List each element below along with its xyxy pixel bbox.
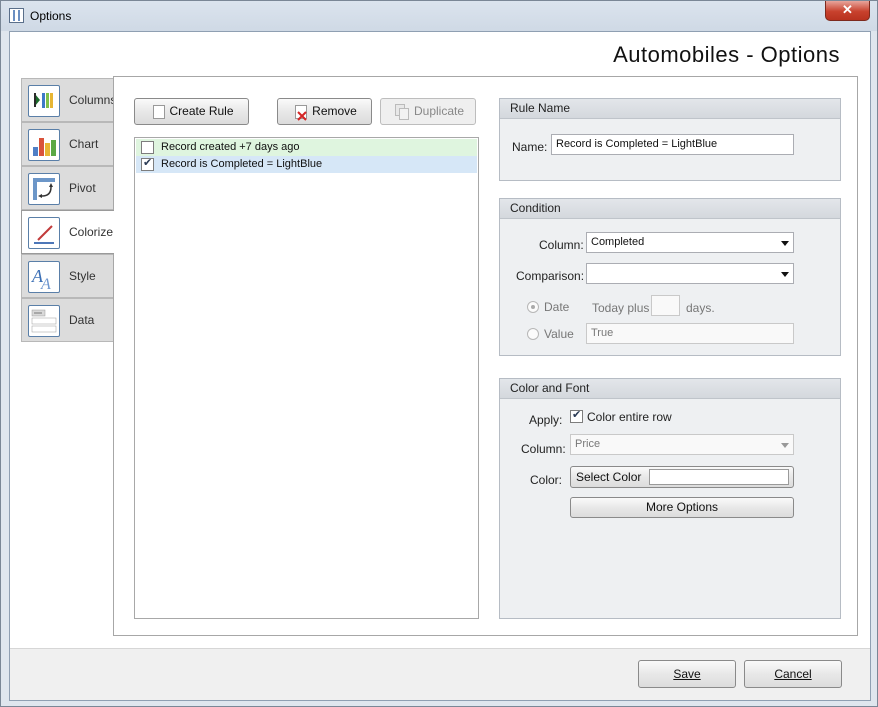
select-color-button[interactable]: Select Color xyxy=(570,466,794,488)
close-button[interactable]: ✕ xyxy=(825,1,870,21)
color-label: Color: xyxy=(530,473,563,487)
date-label: Date xyxy=(544,300,570,314)
dialog-body: Automobiles - Options Columns Chart Pivo… xyxy=(9,31,871,701)
tab-label: Colorize xyxy=(69,225,114,239)
colorize-icon xyxy=(28,217,60,249)
color-entire-row-checkbox[interactable] xyxy=(570,408,583,423)
columns-icon xyxy=(28,85,60,117)
tab-data[interactable]: Data xyxy=(21,298,113,342)
days-label: days. xyxy=(686,301,715,315)
svg-text:A: A xyxy=(40,276,51,292)
page-title: Automobiles - Options xyxy=(613,42,840,67)
create-rule-button[interactable]: Create Rule xyxy=(134,98,249,125)
chevron-down-icon xyxy=(781,272,789,277)
today-plus-label: Today plus xyxy=(592,301,650,315)
cancel-button[interactable]: Cancel xyxy=(744,660,842,688)
colorize-panel: Create Rule Remove Duplicate Record crea… xyxy=(113,76,858,636)
window-title: Options xyxy=(30,9,72,23)
remove-icon xyxy=(295,105,307,121)
value-input[interactable]: True xyxy=(586,323,794,344)
chevron-down-icon xyxy=(781,241,789,246)
app-icon xyxy=(9,8,24,23)
tab-style[interactable]: AA Style xyxy=(21,254,113,298)
rule-name-group: Rule Name Name: Record is Completed = Li… xyxy=(499,98,841,181)
chevron-down-icon xyxy=(781,443,789,448)
close-icon: ✕ xyxy=(842,2,853,17)
column-select[interactable]: Price xyxy=(570,434,794,455)
column-label: Column: xyxy=(539,238,584,252)
options-window: Options ✕ Automobiles - Options Columns … xyxy=(0,0,878,707)
group-header: Rule Name xyxy=(500,99,840,119)
color-font-group: Color and Font Apply: Color entire row C… xyxy=(499,378,841,619)
name-label: Name: xyxy=(512,140,548,154)
duplicate-button[interactable]: Duplicate xyxy=(380,98,476,125)
apply-label: Apply: xyxy=(529,413,563,427)
list-item[interactable]: Record created +7 days ago xyxy=(136,139,477,156)
save-button[interactable]: Save xyxy=(638,660,736,688)
tab-chart[interactable]: Chart xyxy=(21,122,113,166)
tab-label: Pivot xyxy=(69,181,96,195)
date-radio[interactable] xyxy=(527,301,539,313)
group-header: Condition xyxy=(500,199,840,219)
tab-label: Data xyxy=(69,313,95,327)
tab-label: Chart xyxy=(69,137,99,151)
color-entire-row-label: Color entire row xyxy=(587,410,672,424)
chart-icon xyxy=(28,129,60,161)
days-input[interactable] xyxy=(651,295,680,316)
new-document-icon xyxy=(153,105,165,119)
list-item[interactable]: Record is Completed = LightBlue xyxy=(136,156,477,173)
tab-label: Columns xyxy=(69,93,117,107)
tab-columns[interactable]: Columns xyxy=(21,78,117,122)
comparison-label: Comparison: xyxy=(516,269,585,283)
more-options-button[interactable]: More Options xyxy=(570,497,794,518)
rule-checkbox[interactable] xyxy=(141,141,154,154)
tab-colorize[interactable]: Colorize xyxy=(21,210,114,254)
comparison-select[interactable] xyxy=(586,263,794,284)
data-icon xyxy=(28,305,60,337)
pivot-icon xyxy=(28,173,60,205)
title-bar[interactable]: Options ✕ xyxy=(1,1,877,31)
dialog-footer: Save Cancel xyxy=(10,648,870,700)
column-select[interactable]: Completed xyxy=(586,232,794,253)
rule-name-input[interactable]: Record is Completed = LightBlue xyxy=(551,134,794,155)
value-radio[interactable] xyxy=(527,328,539,340)
condition-group: Condition Column: Completed Comparison: … xyxy=(499,198,841,356)
group-header: Color and Font xyxy=(500,379,840,399)
style-icon: AA xyxy=(28,261,60,293)
column-label: Column: xyxy=(521,442,566,456)
remove-button[interactable]: Remove xyxy=(277,98,372,125)
color-swatch xyxy=(649,469,789,485)
tab-label: Style xyxy=(69,269,96,283)
rule-checkbox[interactable] xyxy=(141,156,154,171)
value-label: Value xyxy=(544,327,574,341)
tab-pivot[interactable]: Pivot xyxy=(21,166,113,210)
rule-list[interactable]: Record created +7 days ago Record is Com… xyxy=(134,137,479,619)
